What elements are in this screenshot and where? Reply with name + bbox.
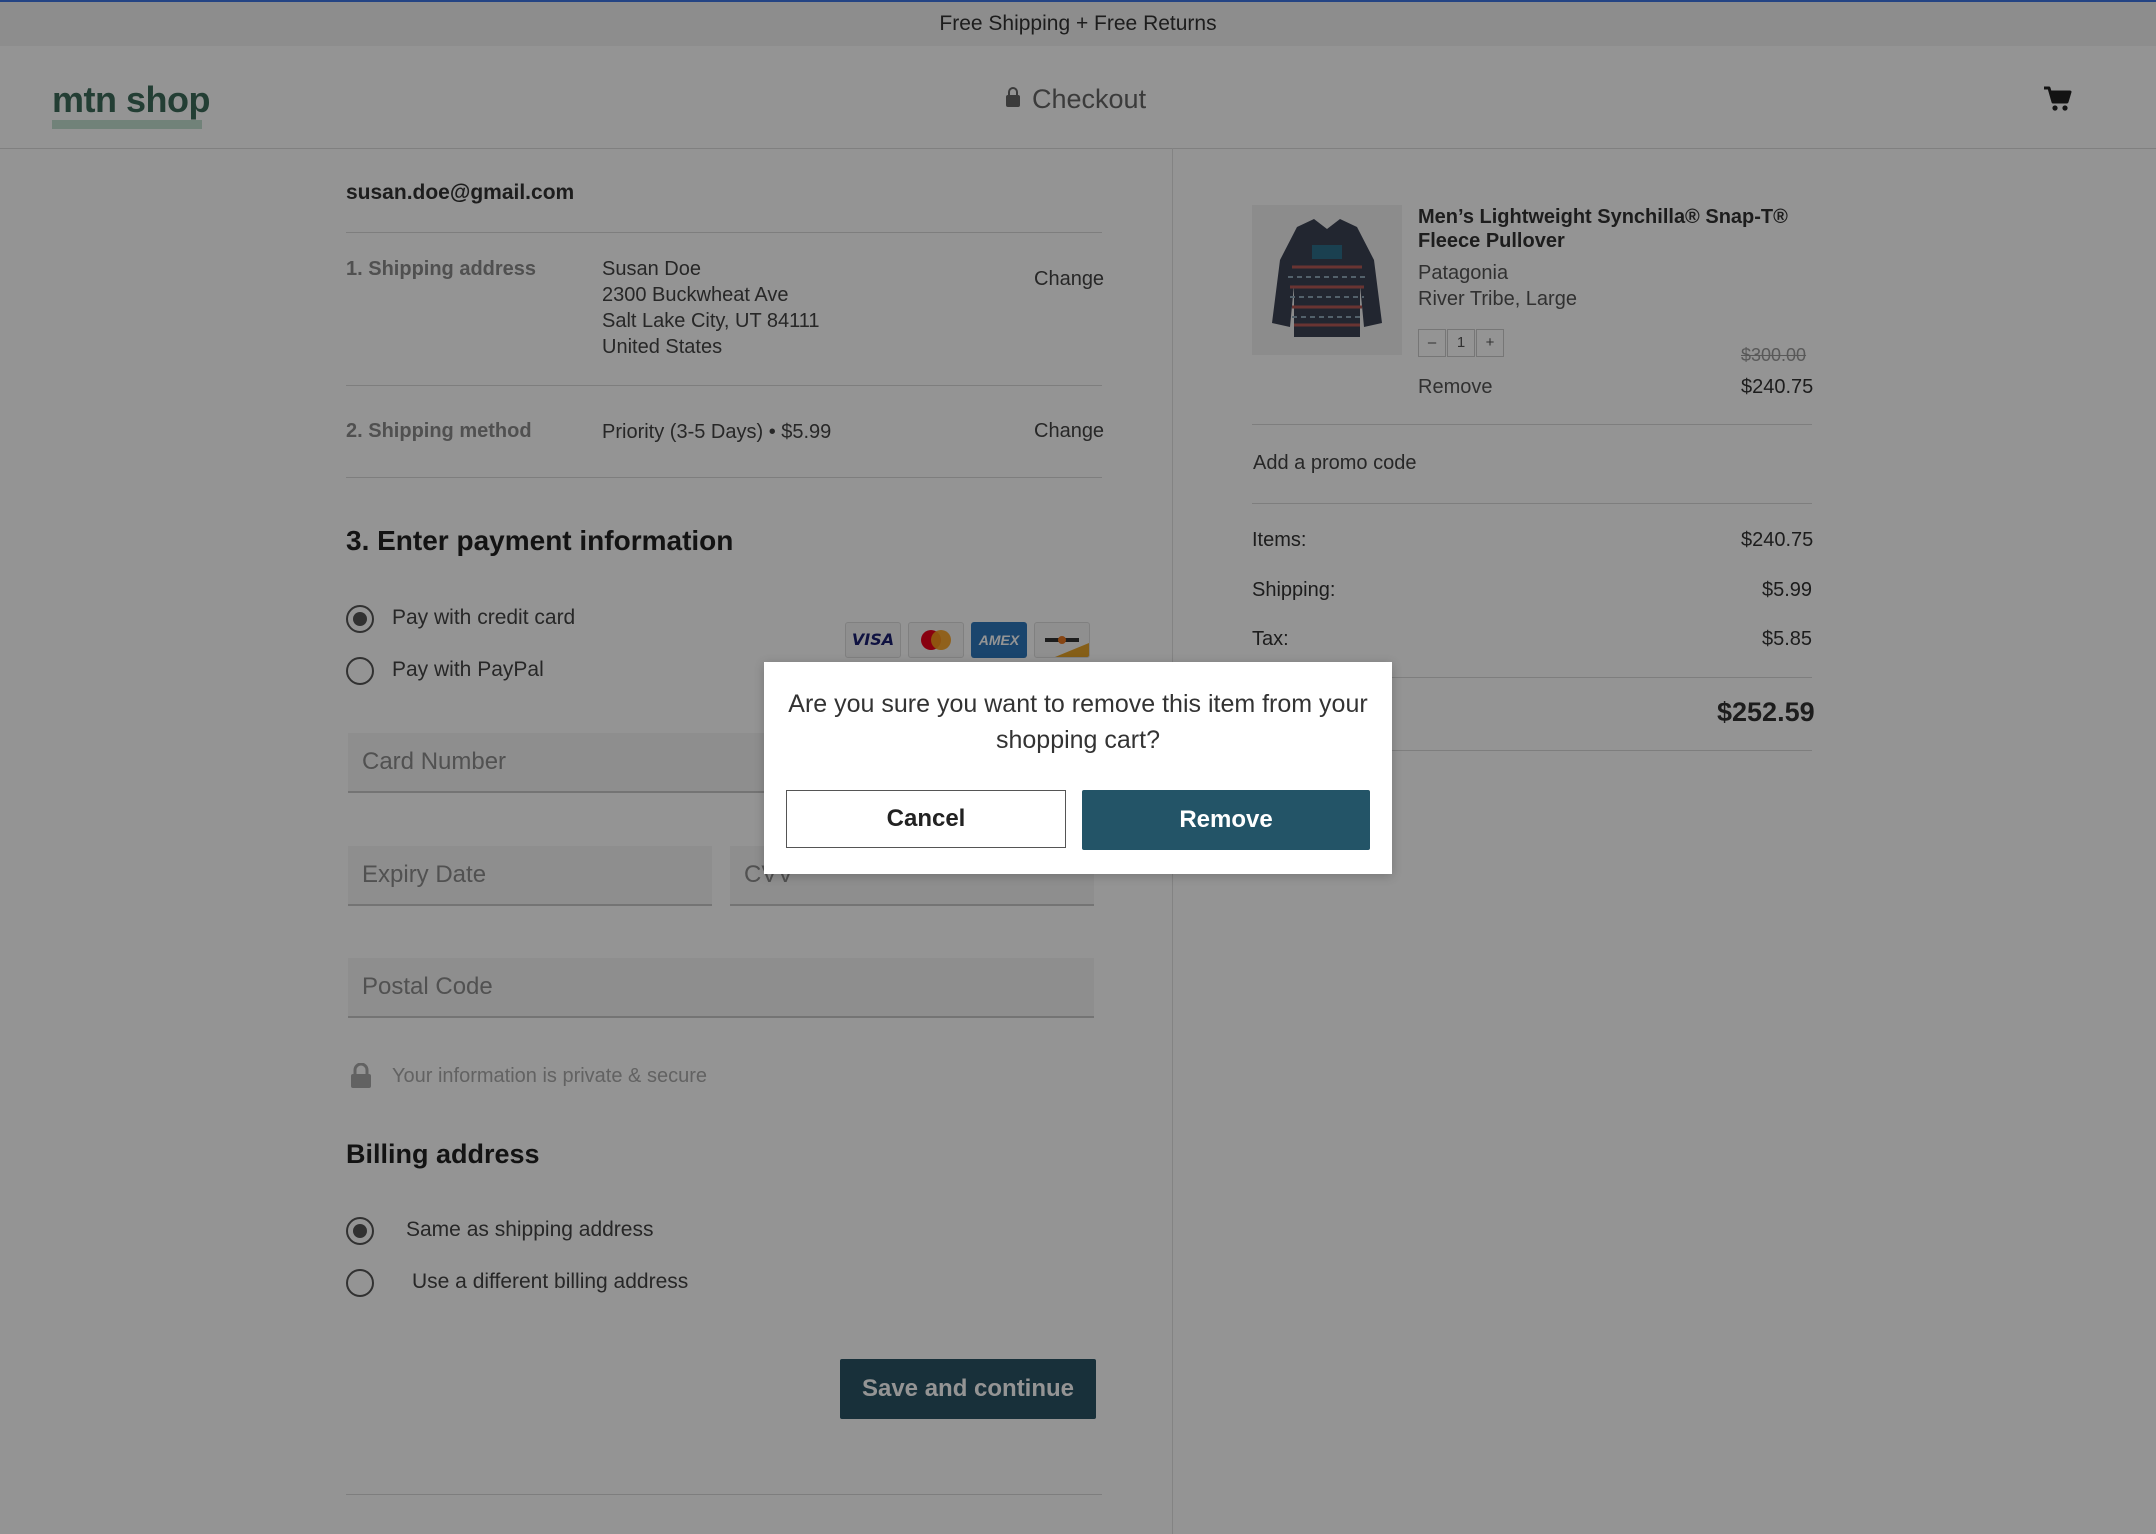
dialog-message: Are you sure you want to remove this ite…: [764, 686, 1392, 758]
dialog-message-line: shopping cart?: [995, 726, 1160, 754]
dialog-message-line: Are you sure you want to remove this ite…: [788, 690, 1368, 718]
cancel-button[interactable]: Cancel: [786, 790, 1066, 848]
remove-item-dialog: Are you sure you want to remove this ite…: [764, 662, 1392, 874]
confirm-remove-button[interactable]: Remove: [1082, 790, 1370, 850]
